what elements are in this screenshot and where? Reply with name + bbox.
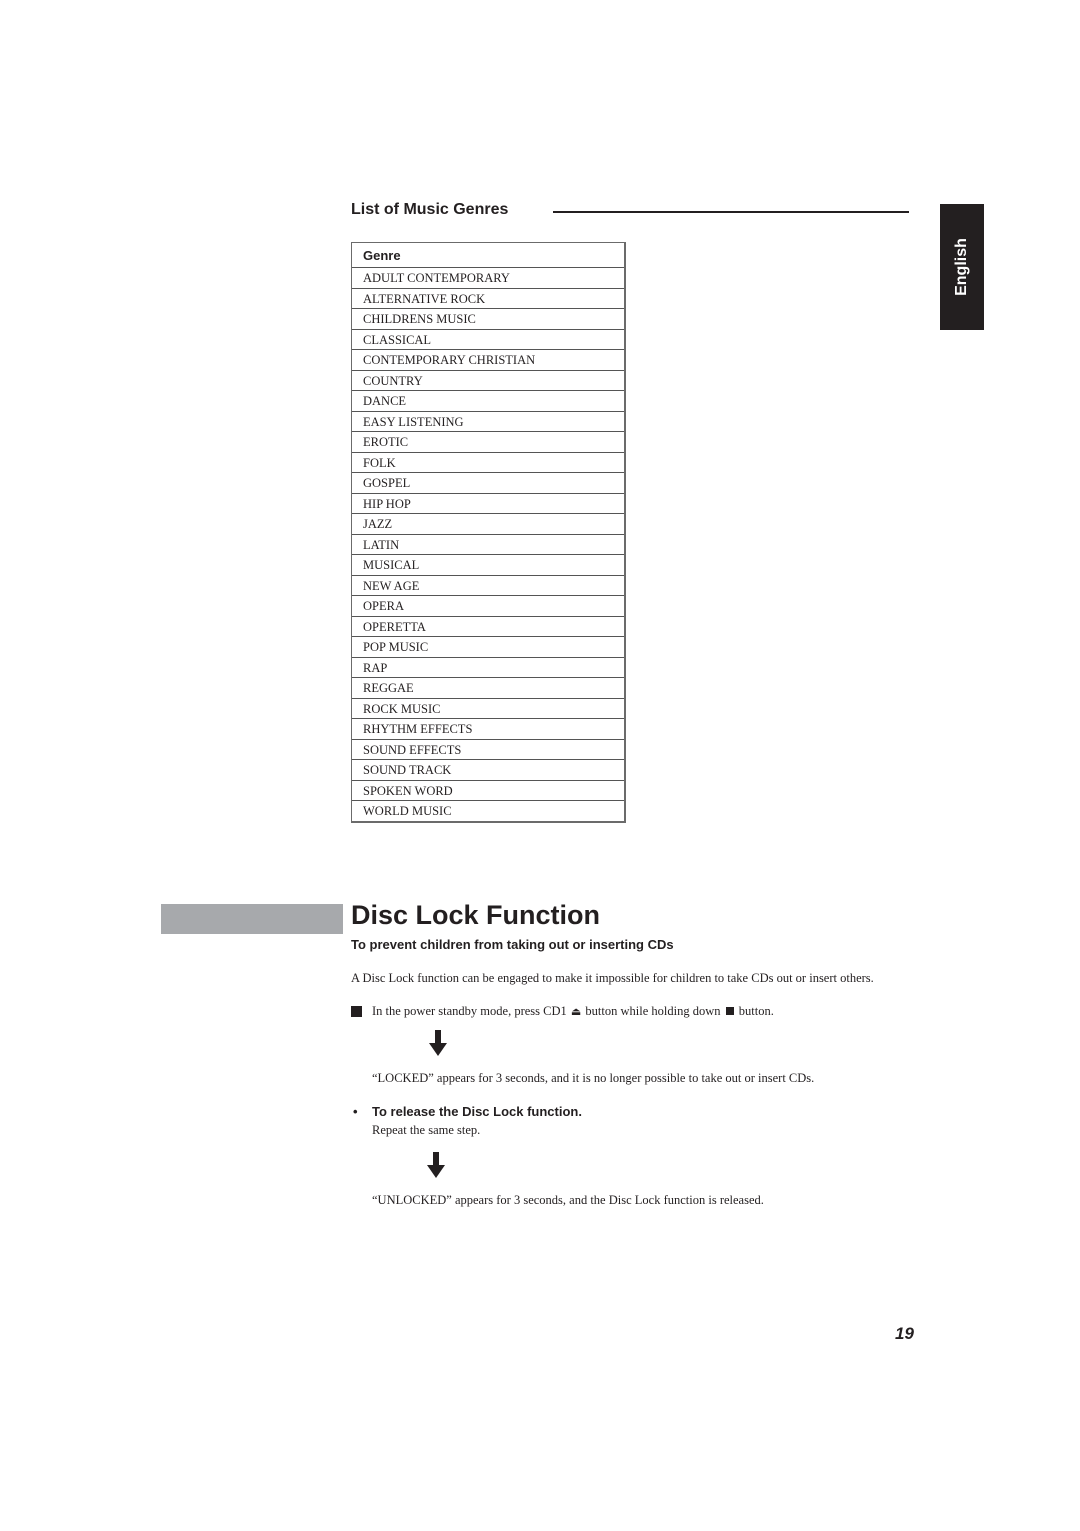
genre-row: ADULT CONTEMPORARY: [352, 268, 624, 289]
genre-row: ALTERNATIVE ROCK: [352, 289, 624, 309]
genre-row: OPERETTA: [352, 617, 624, 637]
genre-row: SOUND EFFECTS: [352, 740, 624, 760]
genre-row: HIP HOP: [352, 494, 624, 514]
genre-row: ROCK MUSIC: [352, 699, 624, 719]
genre-row: NEW AGE: [352, 576, 624, 596]
step-text-3: button.: [738, 1004, 774, 1018]
disc-lock-title: Disc Lock Function: [351, 900, 601, 930]
genre-row: MUSICAL: [352, 555, 624, 576]
step-text-1: In the power standby mode, press CD1: [372, 1004, 567, 1018]
genre-row: SOUND TRACK: [352, 760, 624, 781]
language-tab-label: English: [953, 238, 970, 296]
disc-lock-subtitle: To prevent children from taking out or i…: [351, 937, 674, 952]
genre-row: COUNTRY: [352, 371, 624, 391]
genre-row: CHILDRENS MUSIC: [352, 309, 624, 330]
step-marker-icon: [351, 1006, 362, 1017]
unlocked-result-text: “UNLOCKED” appears for 3 seconds, and th…: [372, 1193, 764, 1207]
arrow-down-icon: [429, 1030, 447, 1056]
genre-row: FOLK: [352, 453, 624, 473]
eject-icon: ⏏: [570, 1006, 582, 1018]
genre-row: RAP: [352, 658, 624, 678]
disc-lock-step: In the power standby mode, press CD1 ⏏ b…: [372, 1004, 774, 1019]
section-title-music-genres: List of Music Genres: [351, 201, 509, 218]
genre-row: GOSPEL: [352, 473, 624, 494]
genre-table-header: Genre: [352, 243, 624, 268]
release-step-text: Repeat the same step.: [372, 1123, 481, 1137]
release-title: To release the Disc Lock function.: [372, 1104, 582, 1119]
genre-row: OPERA: [352, 596, 624, 617]
genre-row: RHYTHM EFFECTS: [352, 719, 624, 740]
genre-row: CONTEMPORARY CHRISTIAN: [352, 350, 624, 371]
genre-row: REGGAE: [352, 678, 624, 699]
section-title-rule: [553, 211, 909, 213]
step-text-2: button while holding down: [585, 1004, 721, 1018]
page-number: 19: [895, 1324, 914, 1343]
genre-row: DANCE: [352, 391, 624, 412]
genre-table: Genre ADULT CONTEMPORARY ALTERNATIVE ROCK…: [351, 242, 626, 823]
genre-row: WORLD MUSIC: [363, 804, 452, 818]
release-bullet: •: [353, 1104, 358, 1119]
stop-icon: [725, 1007, 734, 1015]
genre-row: JAZZ: [352, 514, 624, 535]
genre-row: LATIN: [352, 535, 624, 555]
language-tab: English: [940, 204, 984, 330]
genre-row: POP MUSIC: [352, 637, 624, 658]
genre-row: EASY LISTENING: [352, 412, 624, 432]
section-marker-bar: [161, 904, 343, 934]
genre-table-body: ADULT CONTEMPORARY ALTERNATIVE ROCK CHILDR…: [352, 268, 624, 821]
genre-row: EROTIC: [352, 432, 624, 453]
disc-lock-intro: A Disc Lock function can be engaged to m…: [351, 971, 874, 985]
genre-row: SPOKEN WORD: [352, 781, 624, 801]
arrow-down-icon: [427, 1152, 445, 1178]
genre-row: CLASSICAL: [352, 330, 624, 350]
locked-result-text: “LOCKED” appears for 3 seconds, and it i…: [372, 1071, 815, 1085]
